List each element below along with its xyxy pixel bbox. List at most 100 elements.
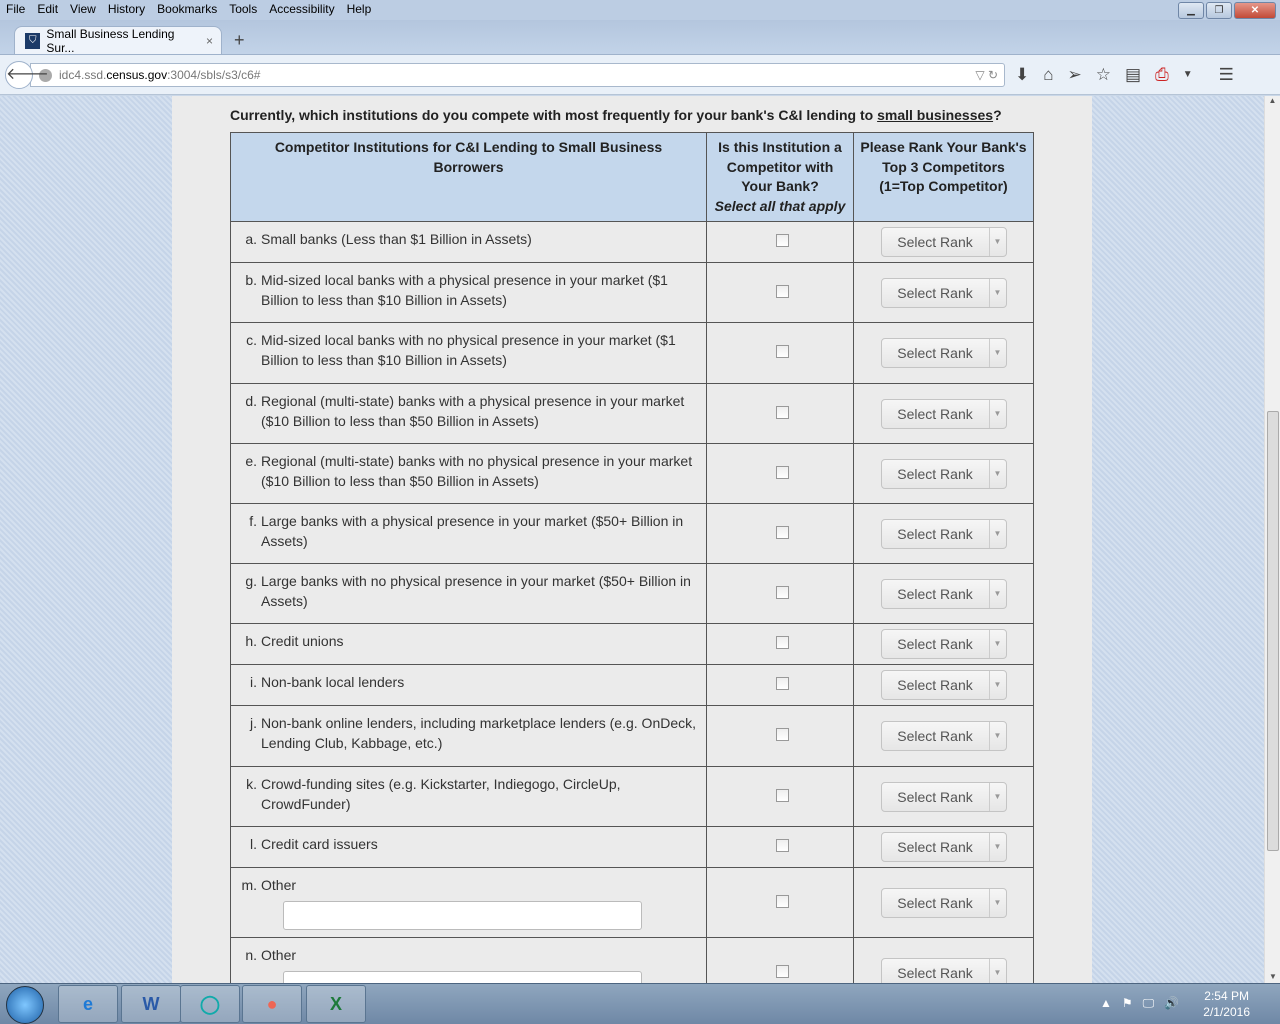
pdf-icon[interactable]: ⎙ xyxy=(1155,65,1169,85)
rank-select[interactable]: Select Rank ▼ xyxy=(880,629,1007,659)
taskbar-ie-icon[interactable]: e xyxy=(58,985,118,1023)
page-background-left xyxy=(0,96,172,983)
rank-select[interactable]: Select Rank ▼ xyxy=(880,957,1007,983)
tab-bar: ⛉ Small Business Lending Sur... × + xyxy=(0,20,1280,55)
url-domain: census.gov xyxy=(106,68,168,82)
other-text-input[interactable] xyxy=(283,971,642,983)
rank-select[interactable]: Select Rank ▼ xyxy=(880,670,1007,700)
rank-select[interactable]: Select Rank ▼ xyxy=(880,781,1007,812)
send-icon[interactable]: ➢ xyxy=(1068,65,1082,85)
competitor-checkbox[interactable] xyxy=(775,728,789,741)
chevron-down-icon: ▼ xyxy=(988,888,1006,917)
rank-select[interactable]: Select Rank ▼ xyxy=(880,721,1007,751)
rank-select[interactable]: Select Rank ▼ xyxy=(880,458,1007,489)
menu-help[interactable]: Help xyxy=(341,0,378,20)
network-icon[interactable]: 🖵 xyxy=(1143,996,1155,1011)
chevron-down-icon: ▼ xyxy=(988,278,1006,307)
tab-close-icon[interactable]: × xyxy=(206,34,213,48)
competitor-checkbox[interactable] xyxy=(775,964,789,978)
competitor-checkbox[interactable] xyxy=(775,284,789,298)
rank-select[interactable]: Select Rank ▼ xyxy=(880,887,1007,918)
rank-select[interactable]: Select Rank ▼ xyxy=(880,227,1007,257)
competitor-checkbox[interactable] xyxy=(775,585,789,599)
menu-edit[interactable]: Edit xyxy=(31,0,64,20)
rank-select[interactable]: Select Rank ▼ xyxy=(880,398,1007,429)
competitor-checkbox[interactable] xyxy=(775,525,789,539)
volume-icon[interactable]: 🔊 xyxy=(1164,996,1179,1011)
competitor-checkbox[interactable] xyxy=(775,894,789,908)
competitor-checkbox[interactable] xyxy=(775,345,789,358)
dropdown-arrow-icon[interactable]: ▼ xyxy=(1183,65,1193,85)
minimize-button[interactable]: ▁ xyxy=(1178,2,1204,19)
competitor-label: g. Large banks with no physical presence … xyxy=(230,563,707,624)
competitor-checkbox[interactable] xyxy=(775,788,789,802)
vertical-scrollbar[interactable]: ▲ ▼ xyxy=(1264,96,1280,983)
small-businesses-link[interactable]: small businesses xyxy=(877,107,993,123)
table-row: g. Large banks with no physical presence … xyxy=(230,563,1034,624)
competitor-label: a. Small banks (Less than $1 Billion in A… xyxy=(230,221,707,263)
chevron-down-icon: ▼ xyxy=(988,958,1006,983)
table-row: k. Crowd-funding sites (e.g. Kickstarter,… xyxy=(230,766,1034,827)
table-row: e. Regional (multi-state) banks with no p… xyxy=(230,443,1034,504)
competitor-checkbox[interactable] xyxy=(775,465,789,479)
dropdown-history-icon[interactable]: ▽ xyxy=(975,68,984,82)
bookmark-star-icon[interactable]: ☆ xyxy=(1096,65,1111,85)
nav-bar: idc4.ssd.census.gov:3004/sbls/s3/c6# ▽ ↻… xyxy=(0,54,1280,95)
url-bar[interactable]: idc4.ssd.census.gov:3004/sbls/s3/c6# ▽ ↻ xyxy=(30,63,1005,87)
table-row: i. Non-bank local lenders Select Rank ▼ xyxy=(230,664,1034,706)
clock-date: 2/1/2016 xyxy=(1203,1005,1250,1019)
tab-active[interactable]: ⛉ Small Business Lending Sur... × xyxy=(14,26,222,55)
home-icon[interactable]: ⌂ xyxy=(1043,65,1053,85)
rank-select[interactable]: Select Rank ▼ xyxy=(880,578,1007,609)
taskbar-firefox-icon[interactable]: ● xyxy=(242,985,302,1023)
tray-expand-icon[interactable]: ▲ xyxy=(1100,996,1112,1011)
taskbar-excel-icon[interactable]: X xyxy=(306,985,366,1023)
competitor-checkbox[interactable] xyxy=(775,839,789,852)
menu-history[interactable]: History xyxy=(102,0,151,20)
table-row: h. Credit unions Select Rank ▼ xyxy=(230,623,1034,665)
download-icon[interactable]: ⬇ xyxy=(1015,65,1029,85)
competitor-label: c. Mid-sized local banks with no physical… xyxy=(230,322,707,384)
close-window-button[interactable]: ✕ xyxy=(1234,2,1276,19)
start-button[interactable] xyxy=(6,986,44,1024)
site-favicon-icon: ⛉ xyxy=(25,32,41,49)
rank-select[interactable]: Select Rank ▼ xyxy=(880,277,1007,308)
clock[interactable]: 2:54 PM 2/1/2016 xyxy=(1203,988,1250,1020)
competitor-checkbox[interactable] xyxy=(775,677,789,690)
competitor-label: d. Regional (multi-state) banks with a ph… xyxy=(230,383,707,444)
action-center-flag-icon[interactable]: ⚑ xyxy=(1122,996,1133,1011)
rank-select[interactable]: Select Rank ▼ xyxy=(880,518,1007,549)
competitor-checkbox[interactable] xyxy=(775,405,789,419)
menu-tools[interactable]: Tools xyxy=(223,0,263,20)
reload-icon[interactable]: ↻ xyxy=(988,68,998,82)
header-is-competitor: Is this Institution a Competitor with Yo… xyxy=(706,132,854,222)
competitor-checkbox[interactable] xyxy=(775,234,789,247)
rank-select[interactable]: Select Rank ▼ xyxy=(880,338,1007,368)
rank-select[interactable]: Select Rank ▼ xyxy=(880,832,1007,862)
chevron-down-icon: ▼ xyxy=(988,630,1006,658)
restore-button[interactable]: ❐ xyxy=(1206,2,1232,19)
menu-bookmarks[interactable]: Bookmarks xyxy=(151,0,223,20)
table-row: m. Other Select Rank ▼ xyxy=(230,867,1034,938)
url-path: :3004/sbls/s3/c6# xyxy=(167,68,261,82)
back-button[interactable]: 🡐 xyxy=(5,61,49,89)
chevron-down-icon: ▼ xyxy=(988,228,1006,256)
chevron-down-icon: ▼ xyxy=(988,722,1006,750)
taskbar-chat-icon[interactable]: ◯ xyxy=(180,985,240,1023)
taskbar-word-icon[interactable]: W xyxy=(121,985,181,1023)
chevron-down-icon: ▼ xyxy=(988,399,1006,428)
menu-file[interactable]: File xyxy=(0,0,31,20)
new-tab-button[interactable]: + xyxy=(234,30,245,51)
table-row: d. Regional (multi-state) banks with a ph… xyxy=(230,383,1034,444)
menu-accessibility[interactable]: Accessibility xyxy=(263,0,340,20)
menu-view[interactable]: View xyxy=(64,0,102,20)
chevron-down-icon: ▼ xyxy=(988,459,1006,488)
menu-hamburger-icon[interactable]: ☰ xyxy=(1219,65,1234,85)
other-text-input[interactable] xyxy=(283,901,642,930)
competitor-table: Competitor Institutions for C&I Lending … xyxy=(230,132,1034,983)
competitor-label: f. Large banks with a physical presence i… xyxy=(230,503,707,564)
scrollbar-thumb[interactable] xyxy=(1267,411,1279,851)
competitor-label: n. Other xyxy=(230,937,707,983)
reading-list-icon[interactable]: ▤ xyxy=(1125,65,1141,85)
competitor-checkbox[interactable] xyxy=(775,636,789,649)
